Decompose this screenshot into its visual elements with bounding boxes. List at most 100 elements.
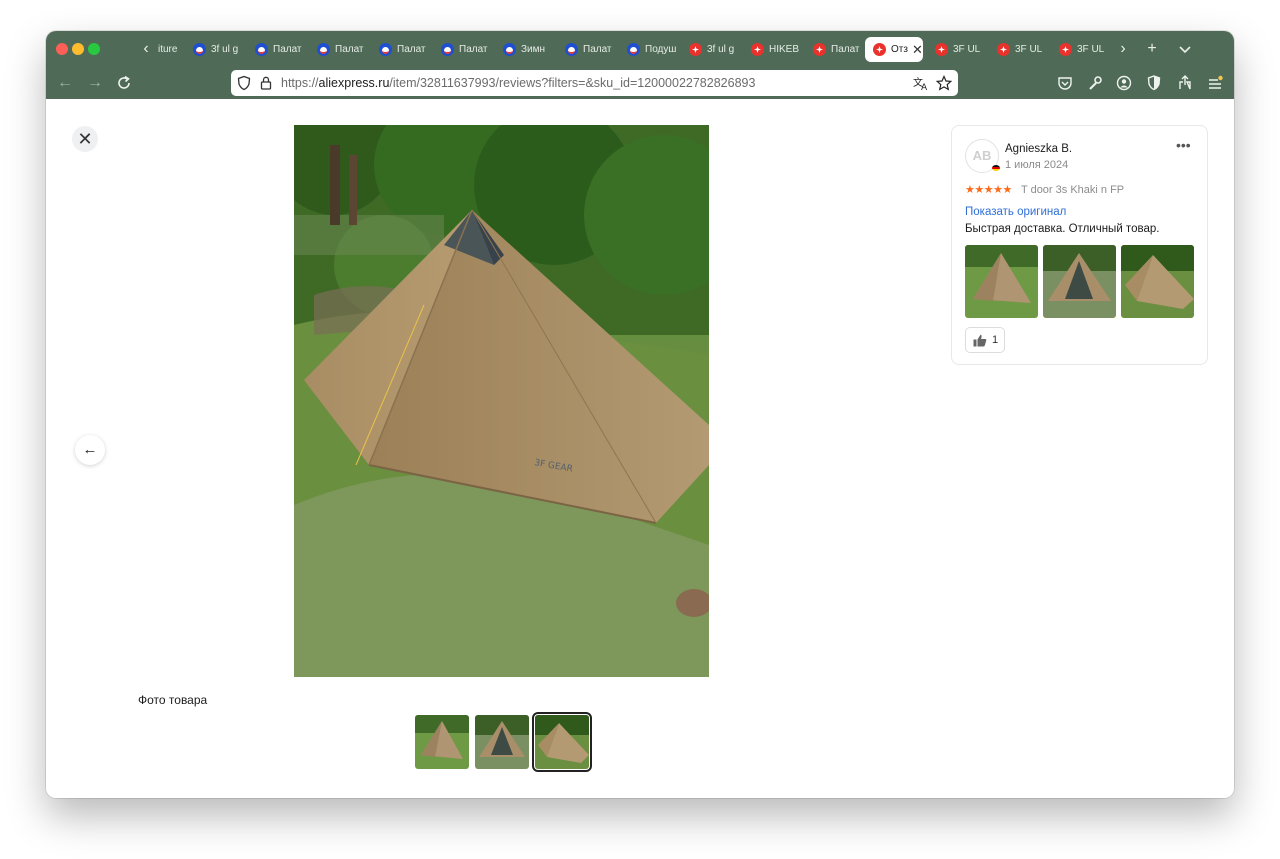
- review-text: Быстрая доставка. Отличный товар.: [965, 223, 1160, 235]
- url-domain: aliexpress.ru: [318, 76, 390, 90]
- tab-favicon-icon: [379, 43, 392, 56]
- thumbnail-image: [415, 715, 469, 769]
- tab-favicon-icon: [935, 43, 948, 56]
- close-tab-icon[interactable]: ✕: [912, 42, 923, 58]
- close-icon: ✕: [77, 129, 93, 149]
- tab-label: Палат: [397, 44, 426, 55]
- tab-label: Палат: [583, 44, 612, 55]
- photo-thumbnail-2[interactable]: [475, 715, 529, 769]
- translate-icon[interactable]: 文A: [913, 75, 929, 91]
- menu-icon[interactable]: [1205, 73, 1225, 93]
- tabs-scroll-right-icon[interactable]: ›: [1114, 39, 1132, 59]
- germany-flag-icon: [992, 165, 1000, 171]
- tab[interactable]: HIKEB: [743, 37, 801, 62]
- bookmark-star-icon[interactable]: [936, 75, 952, 91]
- tab[interactable]: Палат: [805, 37, 863, 62]
- tab-favicon-icon: [997, 43, 1010, 56]
- tab[interactable]: Зимн: [495, 37, 553, 62]
- review-date: 1 июля 2024: [1005, 159, 1069, 171]
- tab-bar: ‹ iture 3f ul g Палат Палат Палат Палат …: [46, 31, 1234, 67]
- more-options-icon[interactable]: •••: [1176, 137, 1191, 153]
- shield-extension-icon[interactable]: [1144, 73, 1164, 93]
- tab-label: 3F UL: [1015, 44, 1043, 55]
- tab-favicon-icon: [255, 43, 268, 56]
- svg-text:A: A: [921, 83, 928, 91]
- review-photo-thumbnail-3[interactable]: [1121, 245, 1194, 318]
- tab-favicon-icon: [689, 43, 702, 56]
- tab[interactable]: Подуш: [619, 37, 677, 62]
- tab-label: Палат: [335, 44, 364, 55]
- thumbnail-image: [965, 245, 1038, 318]
- tab[interactable]: 3f ul g: [681, 37, 739, 62]
- main-review-photo: 3F GEAR: [294, 125, 709, 677]
- tab[interactable]: Палат: [433, 37, 491, 62]
- tab[interactable]: Палат: [247, 37, 305, 62]
- forward-icon[interactable]: →: [85, 73, 105, 93]
- thumbs-up-icon: [973, 334, 987, 347]
- tab-label: Палат: [831, 44, 860, 55]
- wrench-icon[interactable]: [1085, 73, 1105, 93]
- thumbnail-image: [1121, 245, 1194, 318]
- photo-thumbnail-1[interactable]: [415, 715, 469, 769]
- back-icon[interactable]: ←: [55, 73, 75, 93]
- tab-label: Палат: [273, 44, 302, 55]
- tab[interactable]: 3f ul g: [185, 37, 243, 62]
- address-bar[interactable]: https://aliexpress.ru/item/32811637993/r…: [231, 70, 958, 96]
- tab-active[interactable]: Отз ✕: [865, 37, 923, 62]
- tab-label: Зимн: [521, 44, 546, 55]
- lock-icon[interactable]: [259, 75, 273, 91]
- tab-label: Отз: [891, 44, 908, 55]
- tab-favicon-icon: [441, 43, 454, 56]
- tab[interactable]: iture: [150, 37, 180, 62]
- tent-photo-image: 3F GEAR: [294, 125, 709, 677]
- tab-label: 3F UL: [953, 44, 981, 55]
- tab[interactable]: Палат: [557, 37, 615, 62]
- photo-caption: Фото товара: [138, 693, 208, 707]
- tab-label: Палат: [459, 44, 488, 55]
- tab[interactable]: 3F UL: [927, 37, 985, 62]
- browser-window: ‹ iture 3f ul g Палат Палат Палат Палат …: [46, 31, 1234, 798]
- tab-favicon-icon: [627, 43, 640, 56]
- review-photo-viewer: ✕ ← 3F GEAR Фото товара AB Agnieszka B. …: [46, 99, 1234, 798]
- tab[interactable]: Палат: [371, 37, 429, 62]
- share-icon[interactable]: [1175, 73, 1195, 93]
- tab-favicon-icon: [813, 43, 826, 56]
- review-sku-variant: T door 3s Khaki n FP: [1021, 184, 1125, 196]
- tab-favicon-icon: [503, 43, 516, 56]
- like-count: 1: [992, 334, 999, 346]
- tab-label: HIKEB: [769, 44, 800, 55]
- tab[interactable]: 3F UL: [989, 37, 1047, 62]
- review-photo-thumbnail-2[interactable]: [1043, 245, 1116, 318]
- pocket-icon[interactable]: [1055, 73, 1075, 93]
- previous-photo-button[interactable]: ←: [75, 435, 105, 465]
- tab-label: iture: [158, 44, 178, 55]
- tracking-shield-icon[interactable]: [237, 75, 251, 91]
- tab-label: 3f ul g: [707, 44, 735, 55]
- thumbnail-image: [1043, 245, 1116, 318]
- zoom-window-button[interactable]: [88, 43, 100, 55]
- review-photo-thumbnail-1[interactable]: [965, 245, 1038, 318]
- tab-favicon-icon: [565, 43, 578, 56]
- tab[interactable]: 3F UL: [1051, 37, 1109, 62]
- close-viewer-button[interactable]: ✕: [72, 126, 98, 152]
- tab-list-chevron-down-icon[interactable]: [1176, 39, 1194, 59]
- show-original-link[interactable]: Показать оригинал: [965, 206, 1066, 218]
- url-text[interactable]: https://aliexpress.ru/item/32811637993/r…: [281, 76, 755, 90]
- thumbnail-image: [535, 715, 589, 769]
- photo-thumbnail-3-selected[interactable]: [532, 712, 592, 772]
- tab-favicon-icon: [193, 43, 206, 56]
- tab-favicon-icon: [317, 43, 330, 56]
- url-path: /item/32811637993/reviews?filters=&sku_i…: [389, 76, 756, 90]
- tab[interactable]: Палат: [309, 37, 367, 62]
- url-prefix: https://: [281, 76, 319, 90]
- account-icon[interactable]: [1114, 73, 1134, 93]
- reload-icon[interactable]: [114, 73, 134, 93]
- tab-favicon-icon: [751, 43, 764, 56]
- like-button[interactable]: 1: [965, 327, 1005, 353]
- review-card: AB Agnieszka B. 1 июля 2024 ••• ★★★★★ T …: [951, 125, 1208, 365]
- tab-favicon-icon: [1059, 43, 1072, 56]
- new-tab-icon[interactable]: +: [1143, 39, 1161, 59]
- minimize-window-button[interactable]: [72, 43, 84, 55]
- close-window-button[interactable]: [56, 43, 68, 55]
- review-author: Agnieszka B.: [1005, 143, 1073, 155]
